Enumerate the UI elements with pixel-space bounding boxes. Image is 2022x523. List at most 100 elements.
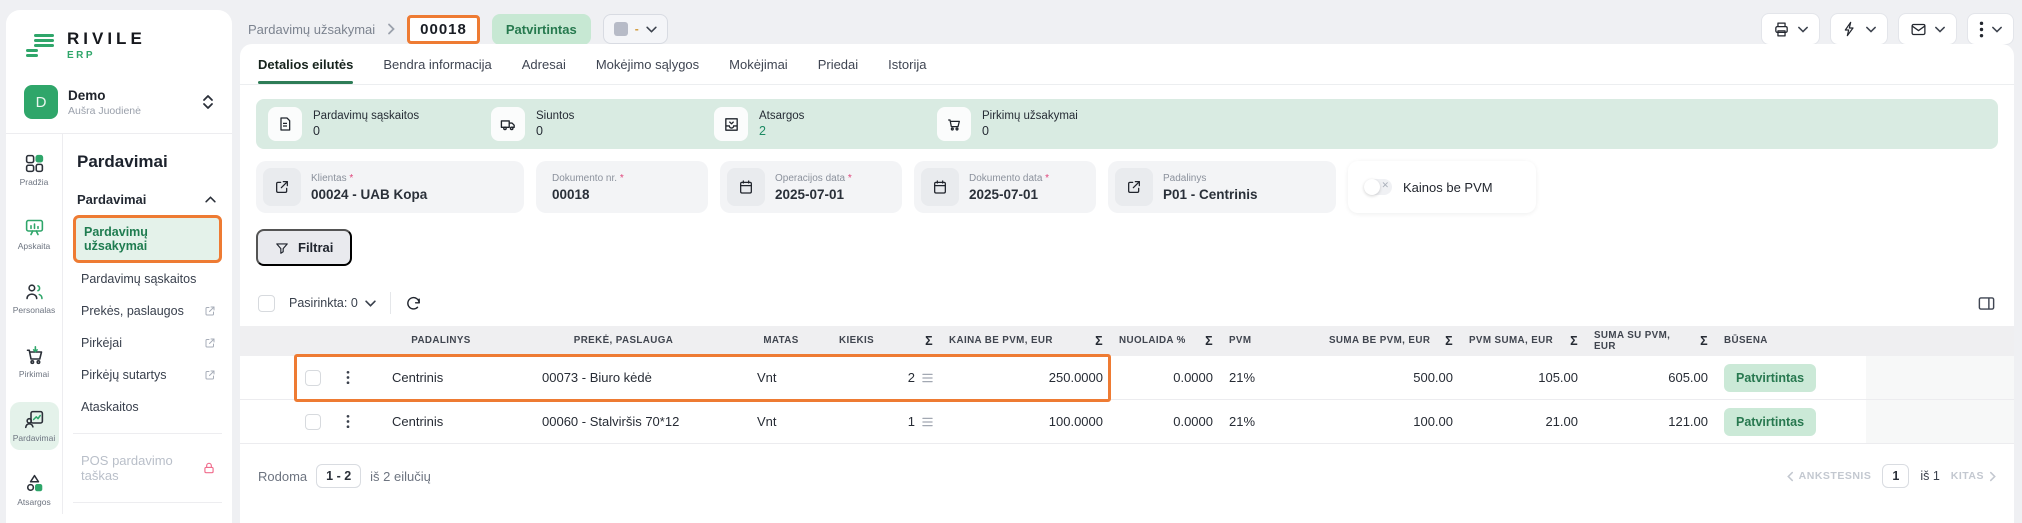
previous-page-button[interactable]: ANKSTESNIS	[1787, 470, 1872, 482]
row-spacer	[1866, 356, 2014, 399]
table-row[interactable]: Centrinis 00060 - Stalviršis 70*12 Vnt 1…	[240, 400, 2014, 444]
col-preke-paslauga[interactable]: PREKĖ, PASLAUGA	[516, 335, 731, 346]
next-label: KITAS	[1951, 470, 1984, 482]
sum-sigma-icon[interactable]: Σ	[1439, 334, 1453, 348]
sidebar-item-pardavimu-uzsakymai[interactable]: Pardavimų užsakymai	[73, 215, 222, 263]
rail-item-pirkimai[interactable]: Pirkimai	[10, 338, 59, 386]
required-asterisk: *	[620, 173, 624, 184]
user-switcher[interactable]: D Demo Aušra Juodienė	[24, 85, 214, 119]
email-button[interactable]	[1898, 13, 1957, 45]
external-link-icon[interactable]	[1115, 168, 1153, 206]
tab-bendra-informacija[interactable]: Bendra informacija	[383, 44, 491, 84]
sidebar-item-pos-pardavimo-taskas[interactable]: POS pardavimo taškas	[73, 444, 222, 492]
sidebar-item-pirkeju-sutartys[interactable]: Pirkėjų sutartys	[73, 359, 222, 391]
rail-item-personalas[interactable]: Personalas	[10, 274, 59, 322]
sidebar-item-pirkejai[interactable]: Pirkėjai	[73, 327, 222, 359]
tab-priedai[interactable]: Priedai	[818, 44, 858, 84]
tab-mokejimai[interactable]: Mokėjimai	[729, 44, 788, 84]
summary-card-siuntos[interactable]: Siuntos 0	[491, 107, 714, 141]
external-link-icon[interactable]	[263, 168, 301, 206]
summary-card-pardavimu-saskaitos[interactable]: Pardavimų sąskaitos 0	[268, 107, 491, 141]
col-busena[interactable]: BŪSENA	[1716, 335, 1866, 346]
sum-sigma-icon[interactable]: Σ	[1089, 334, 1103, 348]
col-label: PVM SUMA, EUR	[1469, 335, 1553, 346]
rail-item-pardavimai[interactable]: Pardavimai	[10, 402, 59, 450]
tab-detalios-eilutes[interactable]: Detalios eilutės	[258, 44, 353, 84]
previous-label: ANKSTESNIS	[1799, 470, 1872, 482]
toggle-label: Kainos be PVM	[1403, 180, 1493, 195]
col-padalinys[interactable]: PADALINYS	[366, 335, 516, 346]
field-value: 00024 - UAB Kopa	[311, 187, 427, 202]
lines-icon[interactable]	[922, 373, 933, 383]
inbox-icon	[714, 107, 748, 141]
summary-card-pirkimu-uzsakymai[interactable]: Pirkimų užsakymai 0	[937, 107, 1160, 141]
filter-button[interactable]: Filtrai	[256, 229, 352, 266]
col-suma-be-pvm[interactable]: SUMA BE PVM, EURΣ	[1321, 334, 1461, 348]
required-asterisk: *	[1045, 173, 1049, 184]
calendar-icon[interactable]	[727, 168, 765, 206]
toggle-switch-off[interactable]: ✕	[1364, 179, 1392, 195]
dokumento-nr-field[interactable]: Dokumento nr. * 00018	[536, 161, 708, 213]
row-menu-button[interactable]	[330, 370, 366, 385]
row-menu-button[interactable]	[330, 414, 366, 429]
actions-button[interactable]	[1830, 13, 1888, 45]
col-kiekis[interactable]: KIEKISΣ	[831, 334, 941, 348]
sum-sigma-icon[interactable]: Σ	[1564, 334, 1578, 348]
field-label: Padalinys	[1163, 173, 1258, 184]
toggle-x-icon: ✕	[1381, 180, 1389, 191]
lines-icon[interactable]	[922, 417, 933, 427]
col-kaina-be-pvm[interactable]: KAINA BE PVM, EURΣ	[941, 334, 1111, 348]
chevrons-up-down-icon[interactable]	[202, 94, 214, 110]
rail-item-atsargos[interactable]: Atsargos	[10, 466, 59, 514]
tab-istorija[interactable]: Istorija	[888, 44, 926, 84]
col-suma-su-pvm[interactable]: SUMA SU PVM, EURΣ	[1586, 330, 1716, 353]
sum-sigma-icon[interactable]: Σ	[1199, 334, 1213, 348]
sum-sigma-icon[interactable]: Σ	[919, 334, 933, 348]
print-button[interactable]	[1761, 13, 1820, 45]
pagination-range[interactable]: 1 - 2	[316, 464, 361, 488]
summary-card-atsargos[interactable]: Atsargos 2	[714, 107, 937, 141]
select-all-checkbox[interactable]	[258, 295, 275, 312]
sidebar-item-prekes-paslaugos[interactable]: Prekės, paslaugos	[73, 295, 222, 327]
padalinys-field[interactable]: Padalinys P01 - Centrinis	[1108, 161, 1336, 213]
status-mini-select[interactable]: -	[603, 14, 668, 44]
menu-item-label: Pardavimų sąskaitos	[81, 272, 196, 286]
kainos-be-pvm-toggle[interactable]: ✕ Kainos be PVM	[1348, 161, 1536, 213]
refresh-icon[interactable]	[405, 295, 422, 312]
operacijos-data-field[interactable]: Operacijos data * 2025-07-01	[720, 161, 902, 213]
klientas-field[interactable]: Klientas * 00024 - UAB Kopa	[256, 161, 524, 213]
col-nuolaida[interactable]: NUOLAIDA %Σ	[1111, 334, 1221, 348]
row-checkbox[interactable]	[305, 370, 321, 386]
row-checkbox[interactable]	[305, 414, 321, 430]
sum-sigma-icon[interactable]: Σ	[1694, 334, 1708, 348]
kebab-icon	[1979, 21, 1984, 38]
current-page-input[interactable]: 1	[1882, 464, 1909, 488]
column-settings-icon[interactable]	[1977, 294, 1996, 313]
col-pvm[interactable]: PVM	[1221, 335, 1321, 346]
rail-item-apskaita[interactable]: Apskaita	[10, 210, 59, 258]
tab-adresai[interactable]: Adresai	[522, 44, 566, 84]
sidebar-item-pardavimu-saskaitos[interactable]: Pardavimų sąskaitos	[73, 263, 222, 295]
table-row[interactable]: Centrinis 00073 - Biuro kėdė Vnt 2 250.0…	[240, 356, 2014, 400]
summary-label: Pardavimų sąskaitos	[313, 110, 419, 122]
menu-item-label: Pirkėjų sutartys	[81, 368, 166, 382]
rail-item-pradzia[interactable]: Pradžia	[10, 146, 59, 194]
tab-mokejimo-salygos[interactable]: Mokėjimo sąlygos	[596, 44, 699, 84]
selected-count-dropdown[interactable]: Pasirinkta: 0	[289, 296, 376, 310]
row-checkbox-cell	[296, 414, 330, 430]
col-pvm-suma[interactable]: PVM SUMA, EUR Σ	[1461, 334, 1586, 348]
breadcrumb[interactable]: Pardavimų užsakymai	[248, 22, 375, 37]
cell-pvm-suma: 21.00	[1461, 414, 1586, 429]
color-swatch-icon	[614, 22, 628, 36]
sidebar: RIVILE ERP D Demo Aušra Juodienė	[6, 10, 232, 523]
dokumento-data-field[interactable]: Dokumento data * 2025-07-01	[914, 161, 1096, 213]
col-matas[interactable]: MATAS	[731, 335, 831, 346]
sidebar-item-ataskaitos[interactable]: Ataskaitos	[73, 391, 222, 423]
calendar-icon[interactable]	[921, 168, 959, 206]
cell-kaina: 100.0000	[941, 414, 1111, 429]
more-options-button[interactable]	[1967, 13, 2014, 45]
rail-label: Atsargos	[17, 497, 51, 507]
field-label: Dokumento nr.	[552, 173, 617, 184]
menu-section-pardavimai[interactable]: Pardavimai	[77, 192, 216, 207]
next-page-button[interactable]: KITAS	[1951, 470, 1996, 482]
